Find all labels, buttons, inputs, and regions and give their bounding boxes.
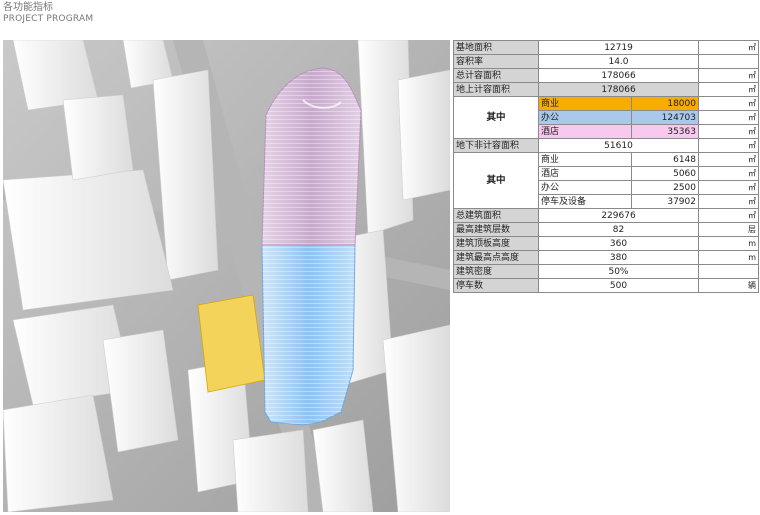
above-hotel-label: 酒店: [538, 124, 632, 139]
above-retail-label: 商业: [538, 96, 632, 111]
below-parking-value: 37902: [631, 194, 699, 209]
table-row: 其中 商业 18000 ㎡: [453, 96, 759, 139]
above-office-label: 办公: [538, 110, 632, 125]
table-row: 建筑密度 50%: [453, 264, 759, 279]
top-height-label: 建筑最高点高度: [453, 250, 539, 265]
below-nonfar-area-value: 51610: [538, 138, 699, 153]
total-far-area-label: 总计容面积: [452, 68, 540, 83]
below-hotel-value: 5060: [631, 166, 699, 181]
total-far-area-value: 178066: [538, 68, 700, 83]
table-row: 最高建筑层数 82 层: [453, 222, 759, 237]
gfa-unit: ㎡: [698, 208, 759, 223]
top-height-unit: m: [698, 250, 759, 265]
below-nonfar-area-unit: ㎡: [698, 138, 759, 153]
floors-value: 82: [538, 222, 699, 237]
total-far-area-unit: ㎡: [698, 68, 760, 83]
table-row: 停车数 500 辆: [453, 278, 759, 293]
roof-height-unit: m: [698, 236, 759, 251]
gfa-value: 229676: [538, 208, 699, 223]
above-group-label: 其中: [453, 96, 539, 139]
site-area-unit: ㎡: [698, 40, 760, 55]
below-group-label: 其中: [453, 152, 539, 209]
above-retail-unit: ㎡: [698, 96, 759, 111]
above-office-unit: ㎡: [698, 110, 759, 125]
above-retail-value: 18000: [631, 96, 699, 111]
parking-value: 500: [538, 278, 699, 293]
far-value: 14.0: [538, 54, 700, 69]
far-label: 容积率: [452, 54, 540, 69]
table-row: 地下非计容面积 51610 ㎡: [453, 138, 759, 153]
table-row: 基地面积 12719 ㎡: [452, 40, 760, 55]
above-hotel-unit: ㎡: [698, 124, 759, 139]
page-header: 各功能指标 PROJECT PROGRAM: [3, 2, 93, 25]
density-unit: [698, 264, 759, 279]
floors-label: 最高建筑层数: [453, 222, 539, 237]
title-en: PROJECT PROGRAM: [3, 14, 94, 24]
table-row: 总建筑面积 229676 ㎡: [453, 208, 759, 223]
below-parking-label: 停车及设备: [538, 194, 632, 209]
below-office-label: 办公: [538, 180, 632, 195]
table-row: 容积率 14.0: [452, 54, 760, 69]
parking-label: 停车数: [453, 278, 539, 293]
above-far-area-label: 地上计容面积: [452, 82, 540, 97]
project-program-table: 基地面积 12719 ㎡ 容积率 14.0 总计容面积 178066 ㎡ 地上计…: [452, 40, 760, 97]
above-far-area-value: 178066: [538, 82, 700, 97]
below-nonfar-area-label: 地下非计容面积: [453, 138, 539, 153]
table-row: 其中 商业 6148 ㎡: [453, 152, 759, 209]
below-retail-value: 6148: [631, 152, 699, 167]
below-retail-label: 商业: [538, 152, 632, 167]
above-far-area-unit: ㎡: [698, 82, 760, 97]
above-office-value: 124703: [631, 110, 699, 125]
table-row: 地上计容面积 178066 ㎡: [452, 82, 760, 97]
floors-unit: 层: [698, 222, 759, 237]
table-row: 总计容面积 178066 ㎡: [452, 68, 760, 83]
density-label: 建筑密度: [453, 264, 539, 279]
below-hotel-label: 酒店: [538, 166, 632, 181]
tower-rendering: [3, 40, 450, 512]
roof-height-value: 360: [538, 236, 699, 251]
below-retail-unit: ㎡: [698, 152, 759, 167]
roof-height-label: 建筑顶板高度: [453, 236, 539, 251]
below-office-unit: ㎡: [698, 180, 759, 195]
top-height-value: 380: [538, 250, 699, 265]
site-area-value: 12719: [538, 40, 700, 55]
title-cn: 各功能指标: [3, 2, 53, 13]
density-value: 50%: [538, 264, 699, 279]
gfa-label: 总建筑面积: [453, 208, 539, 223]
site-area-label: 基地面积: [452, 40, 540, 55]
below-hotel-unit: ㎡: [698, 166, 759, 181]
project-program-table-grouped: 其中 商业 18000 ㎡ 办公 124703 ㎡ 酒店 35363 ㎡ 地下非…: [453, 96, 759, 293]
above-hotel-value: 35363: [631, 124, 699, 139]
table-row: 建筑顶板高度 360 m: [453, 236, 759, 251]
far-unit: [698, 54, 760, 69]
below-parking-unit: ㎡: [698, 194, 759, 209]
parking-unit: 辆: [698, 278, 759, 293]
table-row: 建筑最高点高度 380 m: [453, 250, 759, 265]
below-office-value: 2500: [631, 180, 699, 195]
